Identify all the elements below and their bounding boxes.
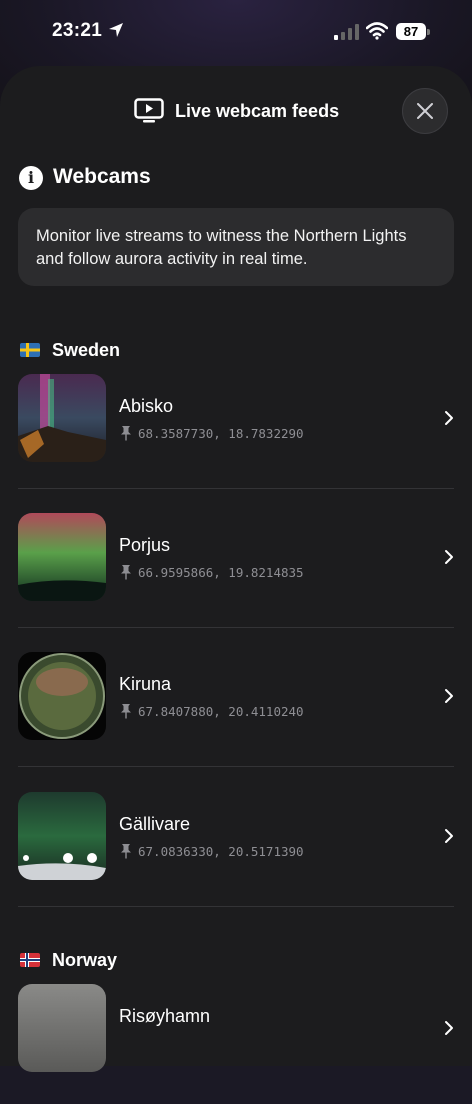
sheet-title: Live webcam feeds bbox=[175, 101, 340, 121]
cellular-signal-icon bbox=[334, 24, 359, 40]
webcam-row-risoyhamn[interactable]: Risøyhamn bbox=[18, 984, 472, 1104]
info-card: Monitor live streams to witness the Nort… bbox=[18, 208, 454, 286]
pin-icon bbox=[121, 565, 131, 580]
webcam-coordinates: 68.3587730, 18.7832290 bbox=[138, 426, 304, 441]
status-bar: 23:21 87 bbox=[0, 0, 472, 64]
row-divider bbox=[18, 488, 454, 489]
norway-flag-icon bbox=[20, 953, 40, 967]
battery-indicator: 87 bbox=[396, 23, 426, 40]
pin-icon bbox=[121, 704, 131, 719]
webcam-name: Gällivare bbox=[119, 814, 191, 834]
location-arrow-icon bbox=[109, 23, 123, 37]
webcam-coordinates: 67.8407880, 20.4110240 bbox=[138, 704, 304, 719]
section-title: Webcams bbox=[53, 165, 151, 188]
webcam-row-kiruna[interactable]: Kiruna 67.8407880, 20.4110240 bbox=[18, 652, 472, 772]
pin-icon bbox=[121, 844, 131, 859]
chevron-right-icon bbox=[445, 550, 453, 564]
webcam-name: Abisko bbox=[119, 396, 174, 416]
row-divider bbox=[18, 627, 454, 628]
tv-play-icon bbox=[134, 98, 164, 123]
chevron-right-icon bbox=[445, 829, 453, 843]
webcam-row-abisko[interactable]: Abisko 68.3587730, 18.7832290 bbox=[18, 374, 472, 494]
webcam-thumbnail bbox=[18, 513, 106, 601]
webcam-name: Kiruna bbox=[119, 674, 172, 694]
chevron-right-icon bbox=[445, 411, 453, 425]
webcam-sheet: Live webcam feeds i Webcams Monitor live… bbox=[0, 66, 472, 1072]
status-time: 23:21 bbox=[52, 20, 103, 41]
sweden-flag-icon bbox=[20, 343, 40, 357]
webcam-thumbnail bbox=[18, 792, 106, 880]
wifi-icon bbox=[366, 22, 388, 40]
webcam-thumbnail bbox=[18, 652, 106, 740]
country-name: Norway bbox=[52, 950, 118, 970]
webcam-row-porjus[interactable]: Porjus 66.9595866, 19.8214835 bbox=[18, 513, 472, 633]
webcam-row-gallivare[interactable]: Gällivare 67.0836330, 20.5171390 bbox=[18, 792, 472, 912]
row-divider bbox=[18, 766, 454, 767]
chevron-right-icon bbox=[445, 689, 453, 703]
battery-tip bbox=[427, 29, 430, 35]
country-name: Sweden bbox=[52, 340, 121, 360]
webcam-name: Porjus bbox=[119, 535, 171, 555]
close-button[interactable] bbox=[402, 88, 448, 134]
row-divider bbox=[18, 906, 454, 907]
webcam-thumbnail bbox=[18, 984, 106, 1072]
close-icon bbox=[417, 103, 433, 119]
webcam-thumbnail bbox=[18, 374, 106, 462]
chevron-right-icon bbox=[445, 1021, 453, 1035]
info-icon: i bbox=[19, 166, 43, 190]
pin-icon bbox=[121, 426, 131, 441]
webcam-coordinates: 67.0836330, 20.5171390 bbox=[138, 844, 304, 859]
webcam-coordinates: 66.9595866, 19.8214835 bbox=[138, 565, 304, 580]
